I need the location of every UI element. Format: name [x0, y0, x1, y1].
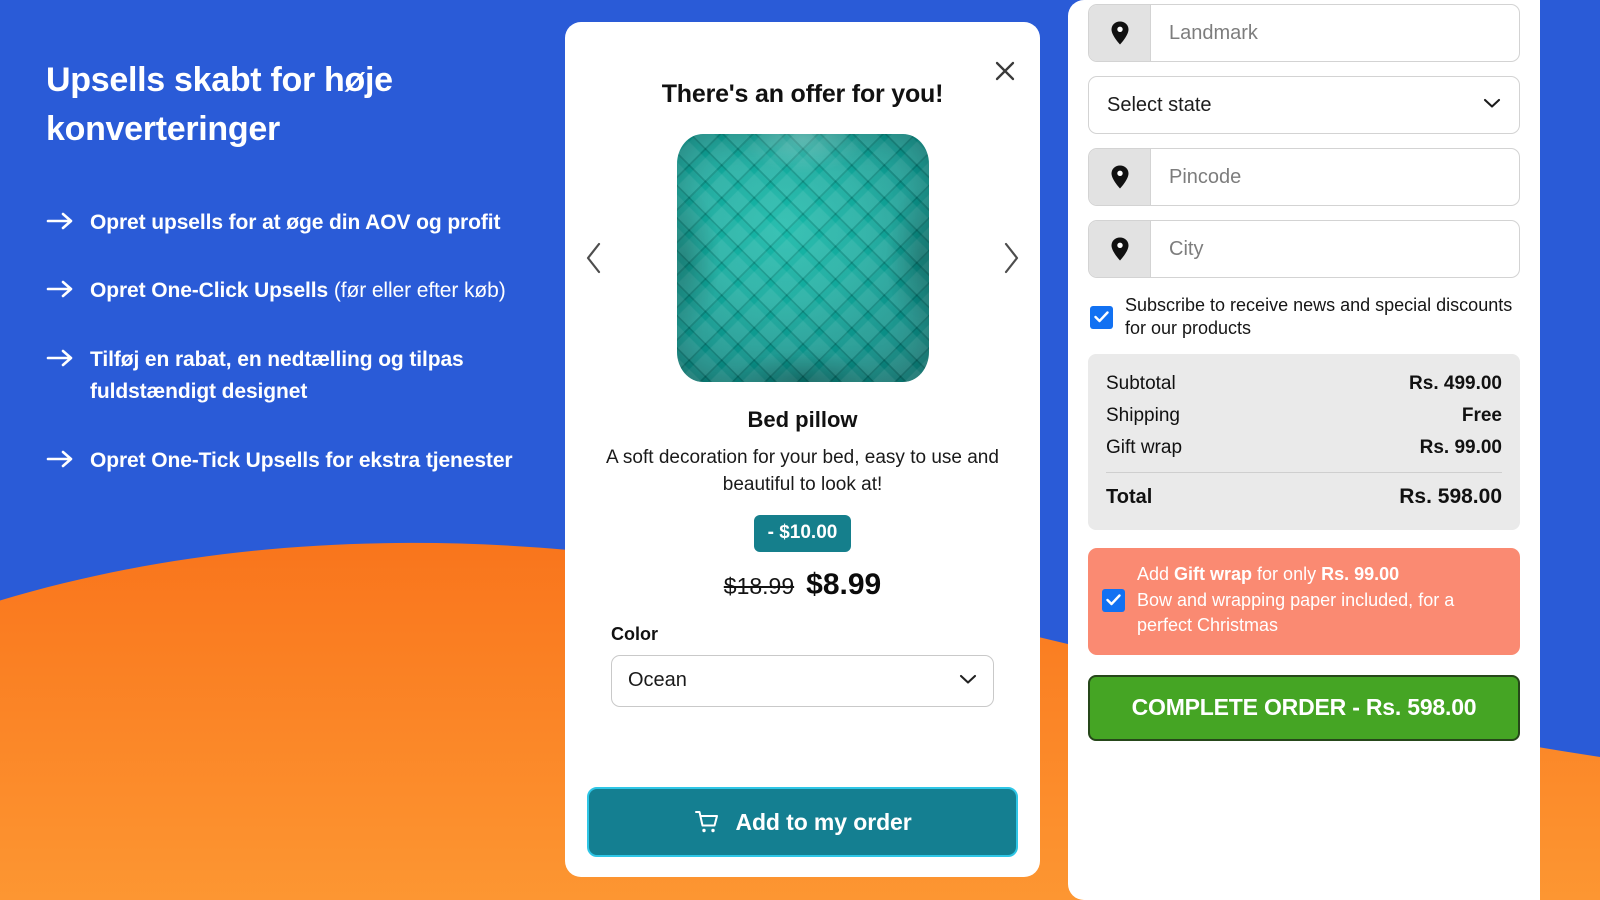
- promo-panel: Upsells skabt for høje konverteringer Op…: [0, 0, 565, 900]
- summary-total-row: Total Rs. 598.00: [1106, 477, 1502, 514]
- add-to-order-label: Add to my order: [735, 808, 912, 835]
- list-item-text: Tilføj en rabat, en nedtælling og tilpas…: [90, 344, 525, 409]
- checkout-panel: Landmark Select state Pincode City Subsc…: [1068, 0, 1540, 900]
- pillow-graphic: [676, 134, 929, 382]
- summary-row-amount: Rs. 99.00: [1419, 437, 1502, 459]
- state-select[interactable]: Select state: [1088, 76, 1520, 134]
- color-select-value: Ocean: [628, 669, 687, 692]
- list-item: Opret One-Tick Upsells for ekstra tjenes…: [46, 445, 525, 478]
- giftwrap-line1-mid: for only: [1252, 564, 1322, 585]
- chevron-right-icon: [1004, 242, 1019, 274]
- shopping-cart-icon: [695, 811, 719, 833]
- giftwrap-line1-price: Rs. 99.00: [1321, 564, 1400, 585]
- promo-feature-list: Opret upsells for at øge din AOV og prof…: [46, 207, 525, 478]
- giftwrap-line2: Bow and wrapping paper included, for a p…: [1137, 589, 1455, 636]
- list-item-text: Opret upsells for at øge din AOV og prof…: [90, 207, 500, 240]
- product-gallery: [565, 123, 1040, 393]
- giftwrap-line1-bold: Gift wrap: [1174, 564, 1253, 585]
- map-pin-icon: [1089, 149, 1151, 205]
- arrow-right-icon: [46, 280, 73, 298]
- list-item-text: Opret One-Tick Upsells for ekstra tjenes…: [90, 445, 513, 478]
- color-select[interactable]: Ocean: [611, 654, 994, 707]
- summary-row-amount: Free: [1461, 405, 1502, 427]
- offer-title: There's an offer for you!: [661, 80, 944, 108]
- add-to-order-button[interactable]: Add to my order: [587, 787, 1018, 857]
- gallery-prev-button[interactable]: [577, 236, 611, 280]
- chevron-down-icon: [1483, 96, 1501, 114]
- summary-row-label: Gift wrap: [1106, 437, 1183, 459]
- color-option-label: Color: [611, 623, 658, 644]
- list-item-bold: Opret One-Tick Upsells for ekstra tjenes…: [90, 448, 513, 472]
- cta-wrapper: Add to my order: [587, 787, 1018, 857]
- list-item-bold: Opret upsells for at øge din AOV og prof…: [90, 210, 501, 234]
- summary-row: Shipping Free: [1106, 400, 1502, 432]
- subscribe-checkbox[interactable]: [1090, 305, 1113, 329]
- summary-total-amount: Rs. 598.00: [1399, 485, 1502, 509]
- pincode-input[interactable]: Pincode: [1151, 149, 1519, 205]
- price-original: $18.99: [723, 572, 795, 599]
- landmark-field[interactable]: Landmark: [1088, 4, 1520, 62]
- variant-option-block: Color Ocean: [565, 602, 1040, 707]
- offer-modal: There's an offer for you! Bed pillow A s…: [565, 22, 1040, 877]
- checkmark-icon: [1094, 311, 1109, 323]
- city-field[interactable]: City: [1088, 220, 1520, 278]
- checkmark-icon: [1106, 594, 1121, 606]
- close-button[interactable]: [988, 54, 1022, 88]
- map-pin-icon: [1089, 5, 1151, 61]
- summary-divider: [1106, 472, 1502, 474]
- giftwrap-upsell[interactable]: Add Gift wrap for only Rs. 99.00 Bow and …: [1088, 548, 1520, 655]
- arrow-right-icon: [46, 349, 73, 366]
- product-image: [676, 134, 929, 382]
- map-pin-icon: [1089, 221, 1151, 277]
- arrow-right-icon: [46, 212, 73, 229]
- city-input[interactable]: City: [1151, 221, 1519, 277]
- list-item-bold: Opret One-Click Upsells: [90, 279, 329, 303]
- summary-row-amount: Rs. 499.00: [1409, 373, 1502, 395]
- list-item: Opret One-Click Upsells (før eller efter…: [46, 275, 525, 308]
- app-root: Upsells skabt for høje konverteringer Op…: [0, 0, 1600, 900]
- chevron-left-icon: [586, 242, 601, 274]
- product-description: A soft decoration for your bed, easy to …: [606, 447, 999, 495]
- landmark-input[interactable]: Landmark: [1151, 5, 1519, 61]
- list-item-light: (før eller efter køb): [328, 279, 506, 303]
- summary-row: Gift wrap Rs. 99.00: [1106, 432, 1502, 464]
- giftwrap-text: Add Gift wrap for only Rs. 99.00 Bow and …: [1137, 562, 1504, 639]
- list-item-text: Opret One-Click Upsells (før eller efter…: [90, 275, 506, 308]
- discount-badge-row: - $10.00: [565, 514, 1040, 552]
- subscribe-row[interactable]: Subscribe to receive news and special di…: [1090, 294, 1520, 340]
- price-row: $18.99 $8.99: [565, 568, 1040, 602]
- giftwrap-checkbox[interactable]: [1102, 588, 1125, 612]
- discount-badge: - $10.00: [753, 514, 852, 552]
- summary-row-label: Shipping: [1106, 405, 1180, 427]
- close-icon: [995, 61, 1015, 81]
- giftwrap-line1-pre: Add: [1137, 564, 1175, 585]
- subscribe-label: Subscribe to receive news and special di…: [1125, 295, 1513, 339]
- gallery-next-button[interactable]: [994, 236, 1028, 280]
- list-item: Tilføj en rabat, en nedtælling og tilpas…: [46, 344, 525, 409]
- price-discounted: $8.99: [806, 567, 882, 601]
- summary-total-label: Total: [1106, 486, 1153, 509]
- pincode-field[interactable]: Pincode: [1088, 148, 1520, 206]
- summary-row-label: Subtotal: [1106, 373, 1176, 395]
- list-item-bold: Tilføj en rabat, en nedtælling og tilpas…: [90, 347, 464, 404]
- list-item: Opret upsells for at øge din AOV og prof…: [46, 207, 525, 240]
- complete-order-label: COMPLETE ORDER - Rs. 598.00: [1131, 694, 1477, 721]
- arrow-right-icon: [46, 450, 73, 468]
- product-name: Bed pillow: [747, 407, 858, 432]
- chevron-down-icon: [959, 672, 977, 690]
- state-select-value: Select state: [1107, 93, 1212, 116]
- promo-title: Upsells skabt for høje konverteringer: [46, 61, 393, 149]
- summary-row: Subtotal Rs. 499.00: [1106, 368, 1502, 400]
- complete-order-button[interactable]: COMPLETE ORDER - Rs. 598.00: [1088, 674, 1520, 741]
- order-summary: Subtotal Rs. 499.00 Shipping Free Gift w…: [1088, 354, 1520, 531]
